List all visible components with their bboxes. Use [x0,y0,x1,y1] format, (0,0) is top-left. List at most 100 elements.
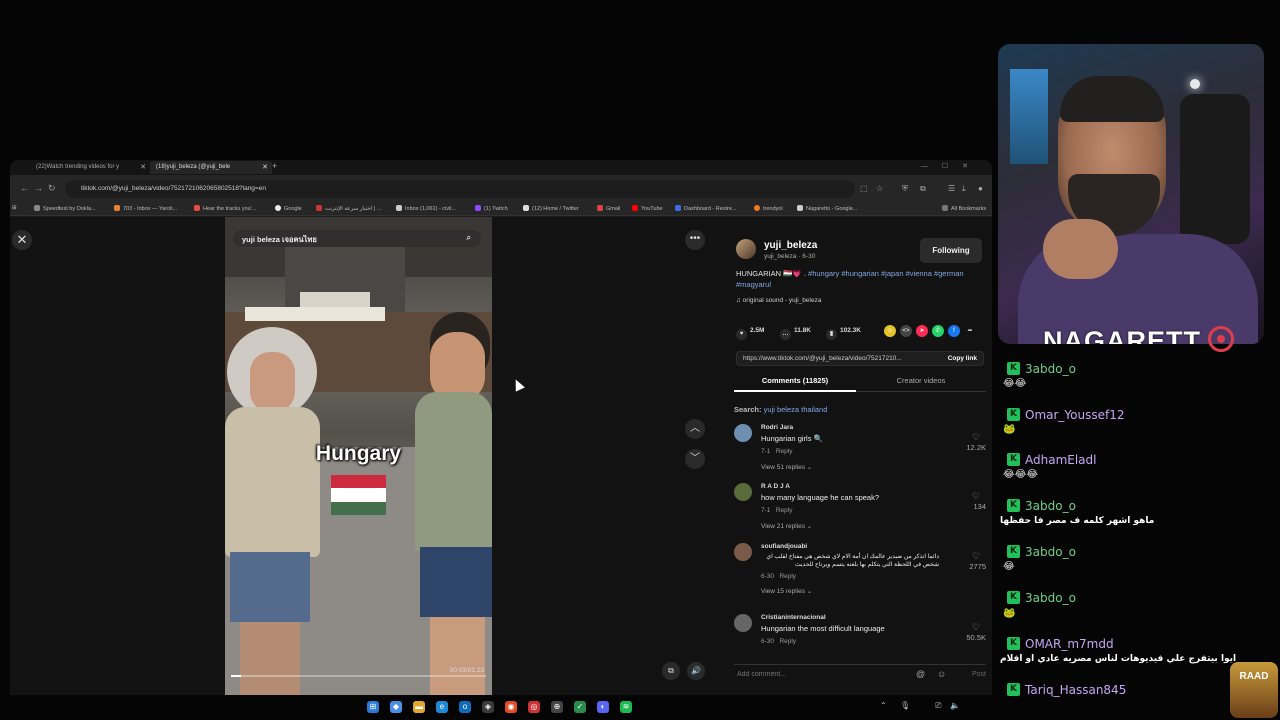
video-progress-bar[interactable] [231,675,486,677]
download-icon[interactable]: ⤓ [962,184,966,194]
app-icon[interactable]: ⊕ [551,701,563,713]
bookmark[interactable]: Hear the tracks you'... [194,205,256,212]
browser-tab-active[interactable]: (18)yuji_beleza (@yuji_bele ✕ [150,161,272,174]
send-icon[interactable]: ➤ [916,325,928,337]
comment-like-button[interactable]: ♡ 50.5K [956,622,986,642]
bookmark[interactable]: Inbox (1,061) - civil... [396,205,456,212]
edge-icon[interactable]: e [436,701,448,713]
chat-username[interactable]: 3abdo_o [1025,545,1076,559]
mention-icon[interactable]: @ [916,669,925,679]
mic-icon[interactable]: 🎙 [900,701,910,710]
close-tab-icon[interactable]: ✕ [262,163,268,171]
browser-tab[interactable]: (22)Watch trending videos for y ✕ [30,161,150,174]
view-replies-button[interactable]: View 21 replies ⌄ [761,522,812,530]
chrome-icon[interactable]: ◉ [505,701,517,713]
tab-creator-videos[interactable]: Creator videos [860,372,982,392]
chat-username[interactable]: Tariq_Hassan845 [1025,683,1126,697]
bookmark[interactable]: اختبار سرعة الإنترنت | ... [316,205,381,212]
reply-button[interactable]: Reply [779,573,796,580]
app-icon[interactable]: ◈ [482,701,494,713]
profile-icon[interactable]: ● [978,184,983,193]
like-button[interactable]: ♥ 2.5M [736,327,764,340]
bookmark[interactable]: Gmail [597,205,620,212]
bookmark[interactable]: Nagaretto - Google... [797,205,857,212]
copy-link-button[interactable]: Copy link [948,355,977,362]
window-controls[interactable]: —☐✕ [921,162,982,170]
avatar[interactable] [734,543,752,561]
start-icon[interactable]: ⊞ [367,701,379,713]
obs-icon[interactable]: ◎ [528,701,540,713]
comment-like-button[interactable]: ♡ 12.2K [956,432,986,452]
post-button[interactable]: Post [972,671,986,678]
embed-icon[interactable]: <> [900,325,912,337]
search-term[interactable]: yuji beleza thailand [764,405,828,414]
bookmark[interactable]: (12) Home / Twitter [523,205,579,212]
forward-icon[interactable]: → [34,183,43,193]
avatar[interactable] [734,483,752,501]
save-button[interactable]: ▮ 102.3K [826,327,861,340]
chat-username[interactable]: 3abdo_o [1025,499,1076,513]
close-icon[interactable]: ✕ [12,230,32,250]
following-button[interactable]: Following [920,238,982,263]
comment-like-button[interactable]: ♡ 2775 [956,551,986,571]
new-tab-icon[interactable]: + [272,161,277,171]
avatar[interactable] [734,424,752,442]
reply-button[interactable]: Reply [779,638,796,645]
video-link[interactable]: https://www.tiktok.com/@yuji_beleza/vide… [743,355,928,362]
outlook-icon[interactable]: o [459,701,471,713]
creator-username[interactable]: yuji_beleza [764,240,817,251]
chevron-up-icon[interactable]: ⌃ [880,701,887,710]
shield-icon[interactable]: ⛨ [902,184,908,194]
reload-icon[interactable]: ↻ [48,183,56,194]
bookmark[interactable]: trendyol [754,205,783,212]
facebook-icon[interactable]: f [948,325,960,337]
add-comment-input[interactable] [737,671,897,678]
sound-link[interactable]: ♫ original sound - yuji_beleza [736,297,821,304]
comment-user[interactable]: Cristianinternacional [761,614,826,621]
chat-username[interactable]: AdhamEladl [1025,453,1096,467]
search-icon[interactable]: ⌕ [467,233,471,243]
extensions-icon[interactable]: ⧉ [920,184,926,194]
file-explorer-icon[interactable]: ▬ [413,701,425,713]
tab-comments[interactable]: Comments (11825) [734,372,856,392]
reply-button[interactable]: Reply [776,448,793,455]
previous-video-icon[interactable]: ︿ [685,419,705,439]
picture-in-picture-icon[interactable]: ⧉ [662,662,680,680]
discord-icon[interactable]: ◐ [597,701,609,713]
all-bookmarks[interactable]: All Bookmarks [942,205,986,212]
back-icon[interactable]: ← [20,183,29,193]
reply-button[interactable]: Reply [776,507,793,514]
comment-like-button[interactable]: ♡ 134 [956,491,986,511]
bookmark[interactable]: Google [275,205,302,212]
chat-username[interactable]: 3abdo_o [1025,362,1076,376]
comment-user[interactable]: Rodri Jara [761,424,793,431]
url-field[interactable]: tiktok.com/@yuji_beleza/video/7521721062… [65,180,855,198]
bookmark[interactable]: 703 - Inbox — Yaroli... [114,205,177,212]
related-search[interactable]: Search: yuji beleza thailand [734,405,827,414]
comment-user[interactable]: R A D J A [761,483,790,490]
app-icon[interactable]: ✓ [574,701,586,713]
network-icon[interactable]: ⎚ [935,701,941,711]
bookmark[interactable]: (1) Twitch [475,205,508,212]
avatar[interactable] [736,239,756,259]
view-replies-button[interactable]: View 51 replies ⌄ [761,463,812,471]
share-arrow-icon[interactable]: ➦ [964,325,976,337]
close-tab-icon[interactable]: ✕ [140,163,146,171]
copilot-icon[interactable]: ◆ [390,701,402,713]
view-replies-button[interactable]: View 15 replies ⌄ [761,587,812,595]
apps-icon[interactable]: ⊞ [12,205,17,211]
chat-username[interactable]: 3abdo_o [1025,591,1076,605]
speaker-icon[interactable]: 🔈 [950,701,960,710]
install-icon[interactable]: ⬚ [860,184,868,193]
emoji-share-icon[interactable]: ☺ [884,325,896,337]
video-player[interactable]: yuji beleza เจอคนไทย ⌕ Hungary 00:03/01:2… [225,217,492,695]
chat-username[interactable]: Omar_Youssef12 [1025,408,1125,422]
comment-button[interactable]: … 11.8K [780,327,811,340]
bookmark[interactable]: Speedtest by Ookla... [34,205,96,212]
next-video-icon[interactable]: ﹀ [685,449,705,469]
emoji-icon[interactable]: ☺ [937,669,946,679]
whatsapp-icon[interactable]: ✆ [932,325,944,337]
menu-lines-icon[interactable]: ☰ [948,184,955,193]
volume-icon[interactable]: 🔊 [687,662,705,680]
more-options-icon[interactable]: ••• [685,230,705,250]
